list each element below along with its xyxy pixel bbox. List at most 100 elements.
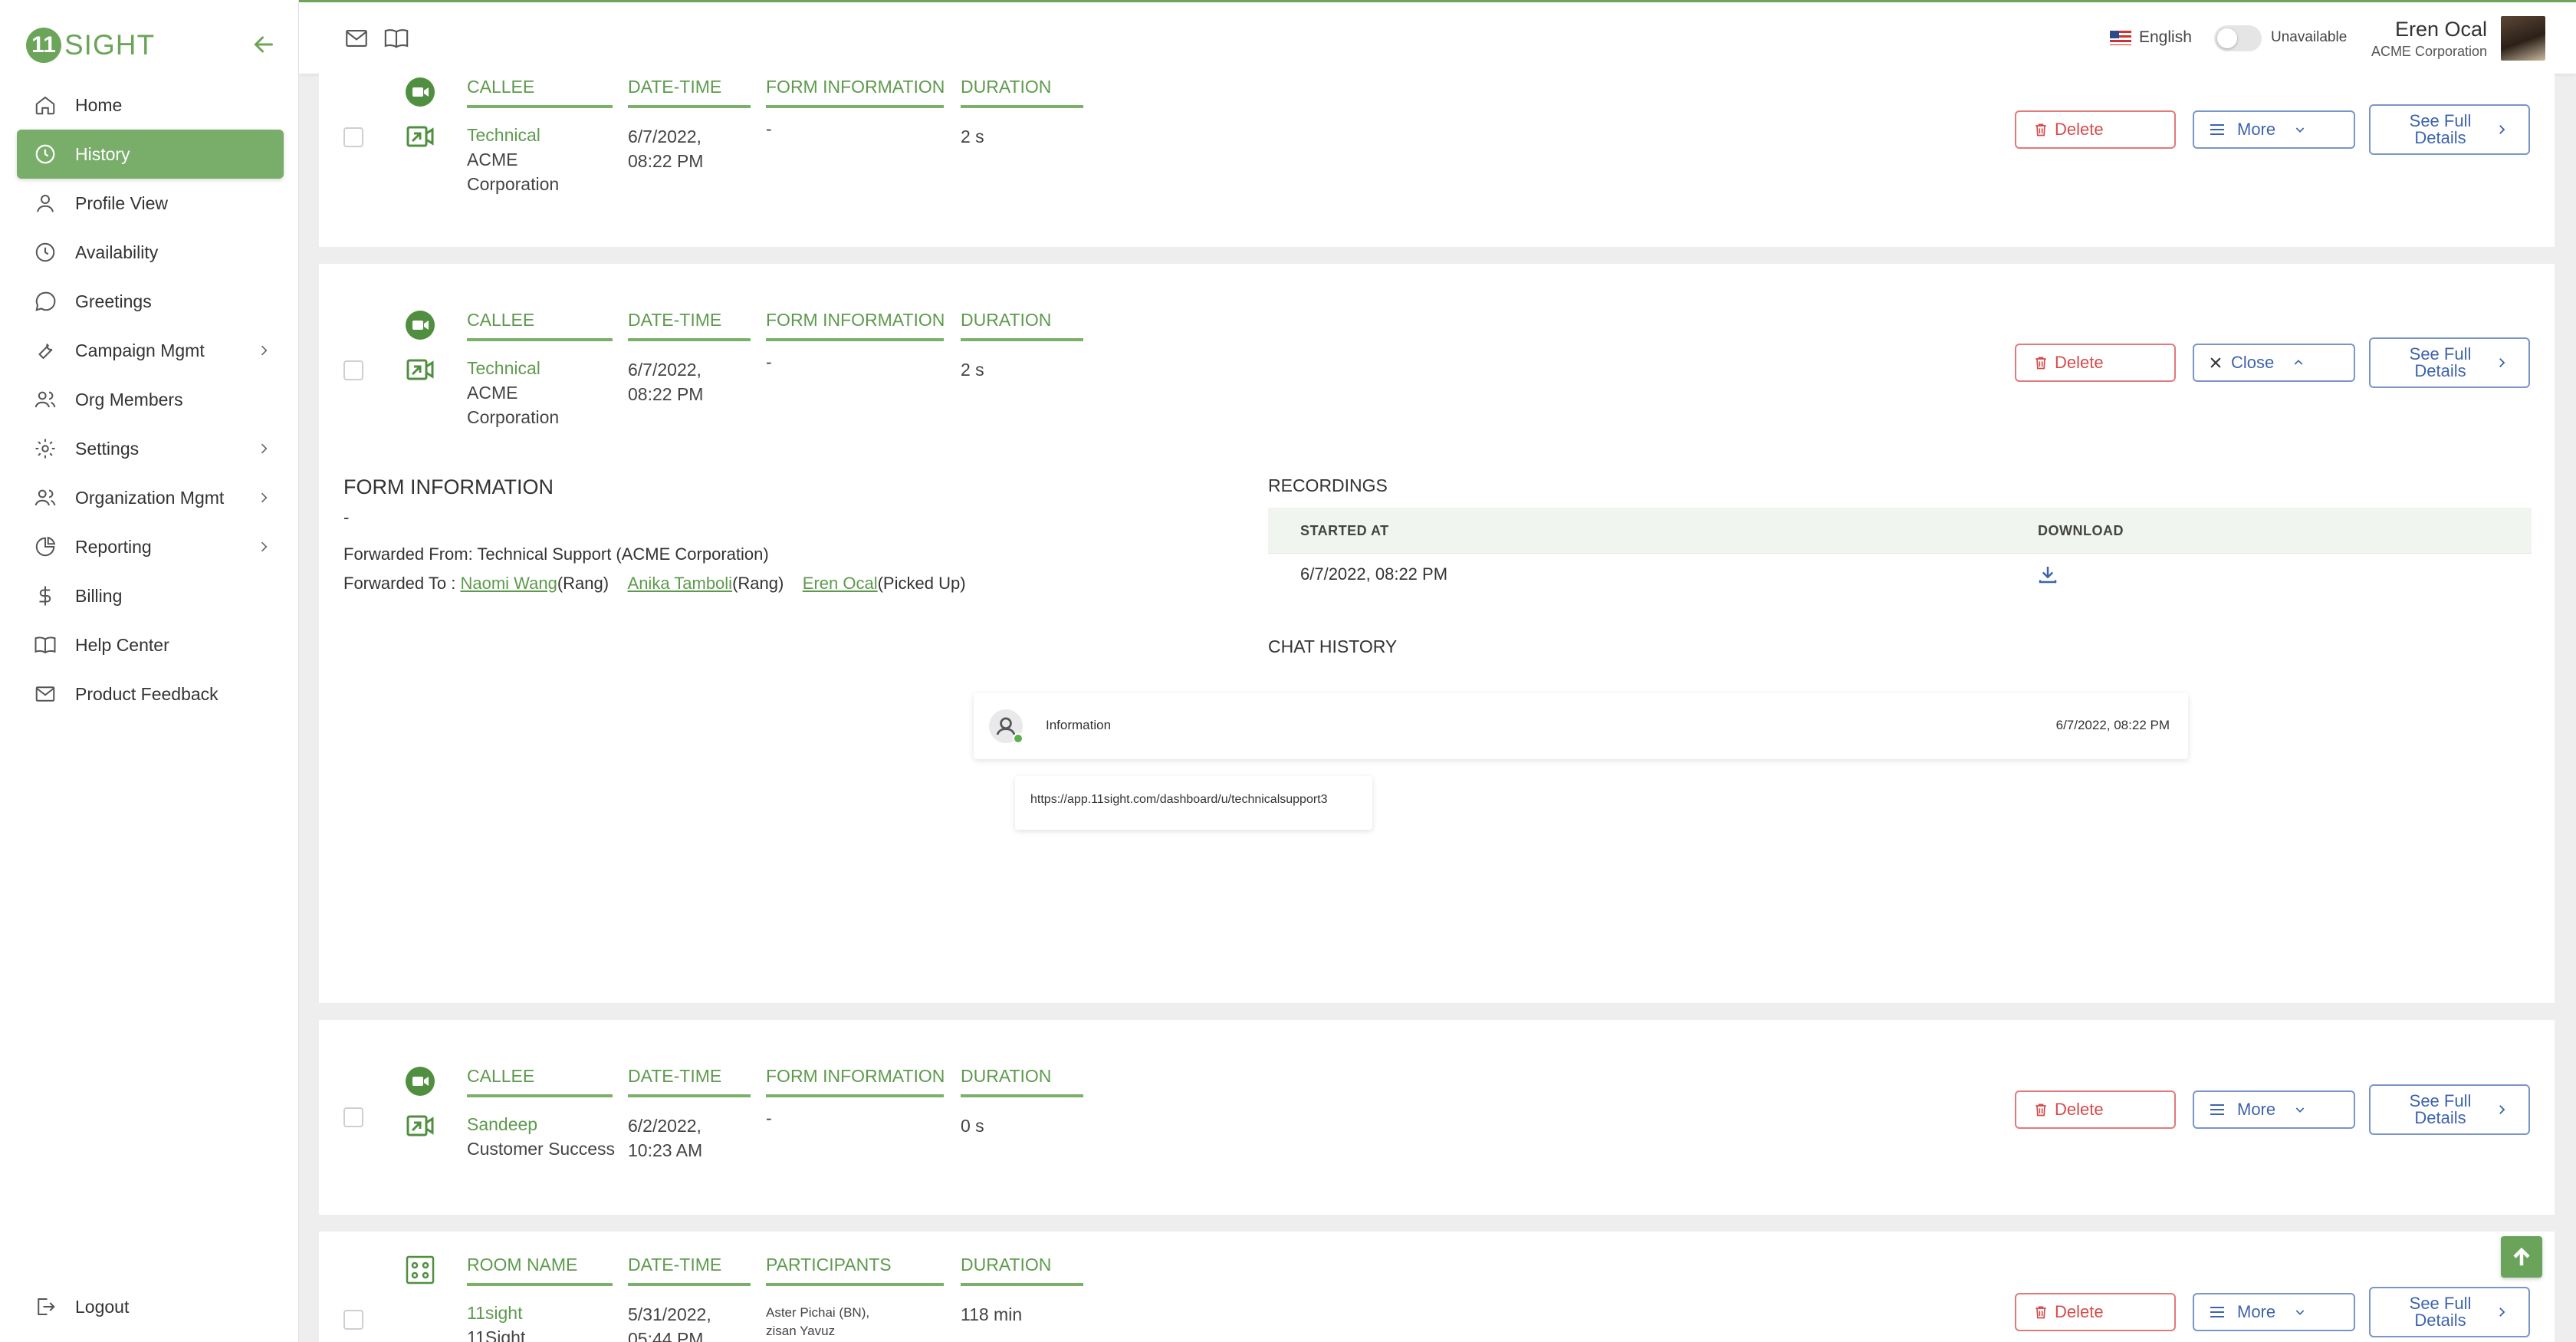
chevron-up-icon [2294, 360, 2303, 365]
sidebar-item-label: History [75, 143, 130, 164]
logout-icon [38, 1298, 55, 1315]
clock-icon [35, 144, 55, 164]
more-button[interactable]: More [2193, 1293, 2355, 1331]
sidebar-item-organization-mgmt[interactable]: Organization Mgmt [17, 473, 284, 522]
mail-icon[interactable] [343, 25, 370, 51]
duration-value: 0 s [961, 1116, 984, 1136]
sidebar-item-greetings[interactable]: Greetings [17, 277, 284, 326]
participant: Aster Pichai (BN), [766, 1305, 870, 1320]
user-name[interactable]: Eren Ocal [2395, 18, 2487, 41]
forwarded-to-link[interactable]: Naomi Wang [460, 574, 557, 593]
close-button[interactable]: Close [2193, 344, 2355, 382]
forwarded-to-label: Forwarded To : [343, 574, 456, 593]
collapse-sidebar-arrow-icon[interactable] [250, 31, 278, 58]
avatar[interactable] [2501, 16, 2545, 61]
callee-name[interactable]: Technical [467, 123, 559, 147]
see-full-details-label: See Full Details [2406, 1295, 2475, 1329]
video-outgoing-icon [406, 126, 434, 147]
column-header: FORM INFORMATION [766, 310, 945, 341]
see-full-details-button[interactable]: See Full Details [2369, 104, 2530, 155]
sidebar-item-label: Availability [75, 242, 159, 262]
see-full-details-label: See Full Details [2406, 346, 2475, 380]
delete-label: Delete [2055, 120, 2104, 139]
see-full-details-button[interactable]: See Full Details [2369, 1084, 2530, 1135]
see-full-details-label: See Full Details [2406, 1093, 2475, 1127]
sidebar-item-label: Org Members [75, 389, 183, 410]
book-icon[interactable] [383, 25, 409, 51]
forwarded-to: Forwarded To : Naomi Wang (Rang) Anika Ta… [343, 574, 966, 594]
sidebar-item-billing[interactable]: Billing [17, 571, 284, 620]
sidebar-item-org-members[interactable]: Org Members [17, 375, 284, 424]
sidebar-item-history[interactable]: History [17, 130, 284, 179]
participant: zisan Yavuz [766, 1324, 836, 1338]
column-header: FORM INFORMATION [766, 77, 945, 108]
sidebar-nav: Home History Profile View Availability G… [17, 81, 284, 719]
chevron-down-icon [2295, 1310, 2305, 1315]
pie-chart-icon [35, 536, 56, 557]
sidebar-item-profile-view[interactable]: Profile View [17, 179, 284, 228]
form-information-title: FORM INFORMATION [343, 475, 554, 498]
sidebar-item-product-feedback[interactable]: Product Feedback [17, 669, 284, 719]
user-organization: ACME Corporation [2371, 44, 2487, 59]
date: 6/2/2022, [628, 1116, 702, 1136]
see-full-line-2: Details [2414, 361, 2466, 380]
sidebar-item-label: Help Center [75, 634, 169, 655]
delete-button[interactable]: Delete [2015, 344, 2176, 382]
record-checkbox[interactable] [343, 1310, 363, 1330]
callee-value: Sandeep Customer Success [467, 1112, 615, 1161]
sidebar-item-campaign-mgmt[interactable]: Campaign Mgmt [17, 326, 284, 375]
more-label: More [2237, 1302, 2276, 1321]
availability-toggle[interactable] [2214, 25, 2262, 51]
record-checkbox[interactable] [343, 360, 363, 380]
forwarded-to-link[interactable]: Anika Tamboli [628, 574, 733, 593]
column-header: CALLEE [467, 310, 613, 341]
trash-icon [2036, 357, 2046, 370]
callee-name[interactable]: Sandeep [467, 1112, 615, 1136]
sidebar-item-availability[interactable]: Availability [17, 228, 284, 277]
chat-message-bubble[interactable]: https://app.11sight.com/dashboard/u/tech… [1015, 776, 1372, 830]
room-name[interactable]: 11sight [467, 1301, 525, 1325]
language-selector[interactable]: English [2110, 28, 2192, 47]
form-information-value: - [766, 352, 772, 372]
record-checkbox[interactable] [343, 127, 363, 147]
delete-label: Delete [2055, 1100, 2104, 1119]
sidebar-item-label: Campaign Mgmt [75, 340, 205, 360]
logo-text: SIGHT [64, 29, 156, 61]
more-button[interactable]: More [2193, 110, 2355, 149]
top-bar: English Unavailable Eren Ocal ACME Corpo… [299, 0, 2576, 74]
column-header: DATE-TIME [628, 77, 751, 108]
download-icon[interactable] [2036, 563, 2059, 586]
sidebar-item-reporting[interactable]: Reporting [17, 522, 284, 571]
app-logo[interactable]: 11 SIGHT [26, 28, 155, 63]
sidebar-item-help-center[interactable]: Help Center [17, 620, 284, 669]
more-button[interactable]: More [2193, 1090, 2355, 1129]
sidebar-item-home[interactable]: Home [17, 81, 284, 130]
callee-org: ACME [467, 383, 518, 403]
delete-button[interactable]: Delete [2015, 1293, 2176, 1331]
video-call-icon [406, 311, 435, 340]
record-checkbox[interactable] [343, 1107, 363, 1127]
column-header: DATE-TIME [628, 1066, 751, 1097]
video-outgoing-icon [406, 1115, 434, 1136]
delete-button[interactable]: Delete [2015, 1090, 2176, 1129]
wrench-icon [38, 343, 53, 360]
sidebar-item-label: Organization Mgmt [75, 487, 225, 508]
duration-value: 2 s [961, 127, 984, 146]
see-full-details-button[interactable]: See Full Details [2369, 1287, 2530, 1337]
form-information-value: - [766, 119, 772, 139]
logout-button[interactable]: Logout [17, 1282, 284, 1331]
delete-label: Delete [2055, 353, 2104, 372]
scroll-to-top-button[interactable] [2501, 1236, 2542, 1278]
callee-name[interactable]: Technical [467, 356, 559, 380]
date: 6/7/2022, [628, 127, 702, 146]
column-header: ROOM NAME [467, 1255, 613, 1286]
form-information-detail: - [343, 508, 350, 527]
sidebar-item-settings[interactable]: Settings [17, 424, 284, 473]
forwarded-to-link[interactable]: Eren Ocal [803, 574, 878, 593]
forwarded-status: (Rang) [732, 574, 784, 593]
trash-icon [2036, 1104, 2046, 1117]
see-full-details-button[interactable]: See Full Details [2369, 337, 2530, 388]
delete-button[interactable]: Delete [2015, 110, 2176, 149]
book-icon [34, 636, 56, 654]
time: 08:22 PM [628, 151, 704, 171]
